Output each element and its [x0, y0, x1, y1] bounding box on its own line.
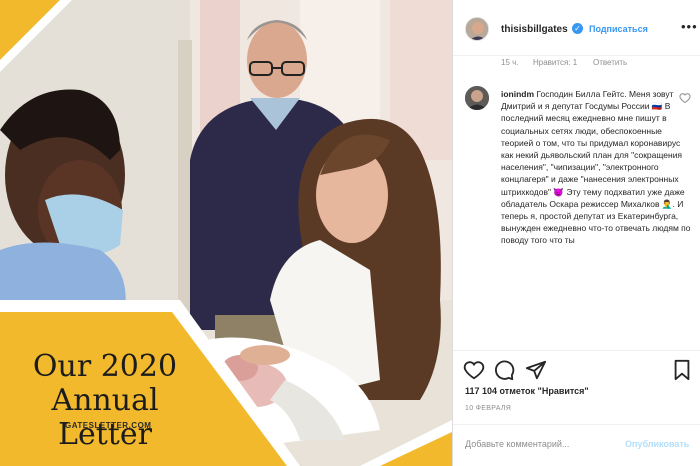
- comment-likes[interactable]: Нравится: 1: [533, 58, 577, 67]
- comment-text: Господин Билла Гейтс. Меня зовут Дмитрий…: [501, 89, 691, 246]
- post-image[interactable]: Our 2020 Annual Letter GATESLETTER.COM: [0, 0, 452, 466]
- comment-icon[interactable]: [493, 359, 515, 381]
- action-bar: [453, 350, 700, 390]
- more-options-icon[interactable]: •••: [681, 19, 698, 34]
- post-date: 10 ФЕВРАЛЯ: [465, 405, 512, 412]
- username[interactable]: thisisbillgates: [501, 24, 568, 35]
- share-icon[interactable]: [525, 359, 547, 381]
- commenter-username[interactable]: ionindm: [501, 89, 534, 99]
- commenter-avatar[interactable]: [465, 86, 489, 110]
- comment-time: 15 ч.: [501, 58, 519, 67]
- comment-text-block: ionindm Господин Билла Гейтс. Меня зовут…: [501, 88, 691, 247]
- post-sidebar: thisisbillgates ✓ Подписаться ••• 15 ч. …: [452, 0, 700, 466]
- letter-title-line2: Annual Letter: [51, 383, 159, 452]
- comment-meta-row: 15 ч. Нравится: 1 Ответить: [453, 56, 700, 70]
- commenter-avatar-image: [465, 86, 489, 110]
- bookmark-icon[interactable]: [671, 359, 693, 381]
- post-header: thisisbillgates ✓ Подписаться •••: [453, 0, 700, 56]
- site-url: GATESLETTER.COM: [65, 421, 152, 430]
- reply-link[interactable]: Ответить: [593, 58, 627, 67]
- verified-icon: ✓: [572, 23, 583, 34]
- annual-letter-title: Our 2020 Annual Letter: [0, 350, 210, 452]
- add-comment-bar: Добавьте комментарий... Опубликовать: [453, 424, 700, 466]
- avatar-image: [466, 18, 488, 40]
- avatar[interactable]: [465, 17, 489, 41]
- add-comment-input[interactable]: Добавьте комментарий...: [465, 439, 569, 449]
- letter-title-line1: Our 2020: [32, 349, 178, 384]
- publish-button[interactable]: Опубликовать: [625, 439, 689, 449]
- comment-like-heart-icon[interactable]: [679, 92, 691, 104]
- follow-button[interactable]: Подписаться: [589, 24, 648, 34]
- likes-count[interactable]: 117 104 отметок "Нравится": [465, 386, 589, 396]
- like-heart-icon[interactable]: [463, 359, 485, 381]
